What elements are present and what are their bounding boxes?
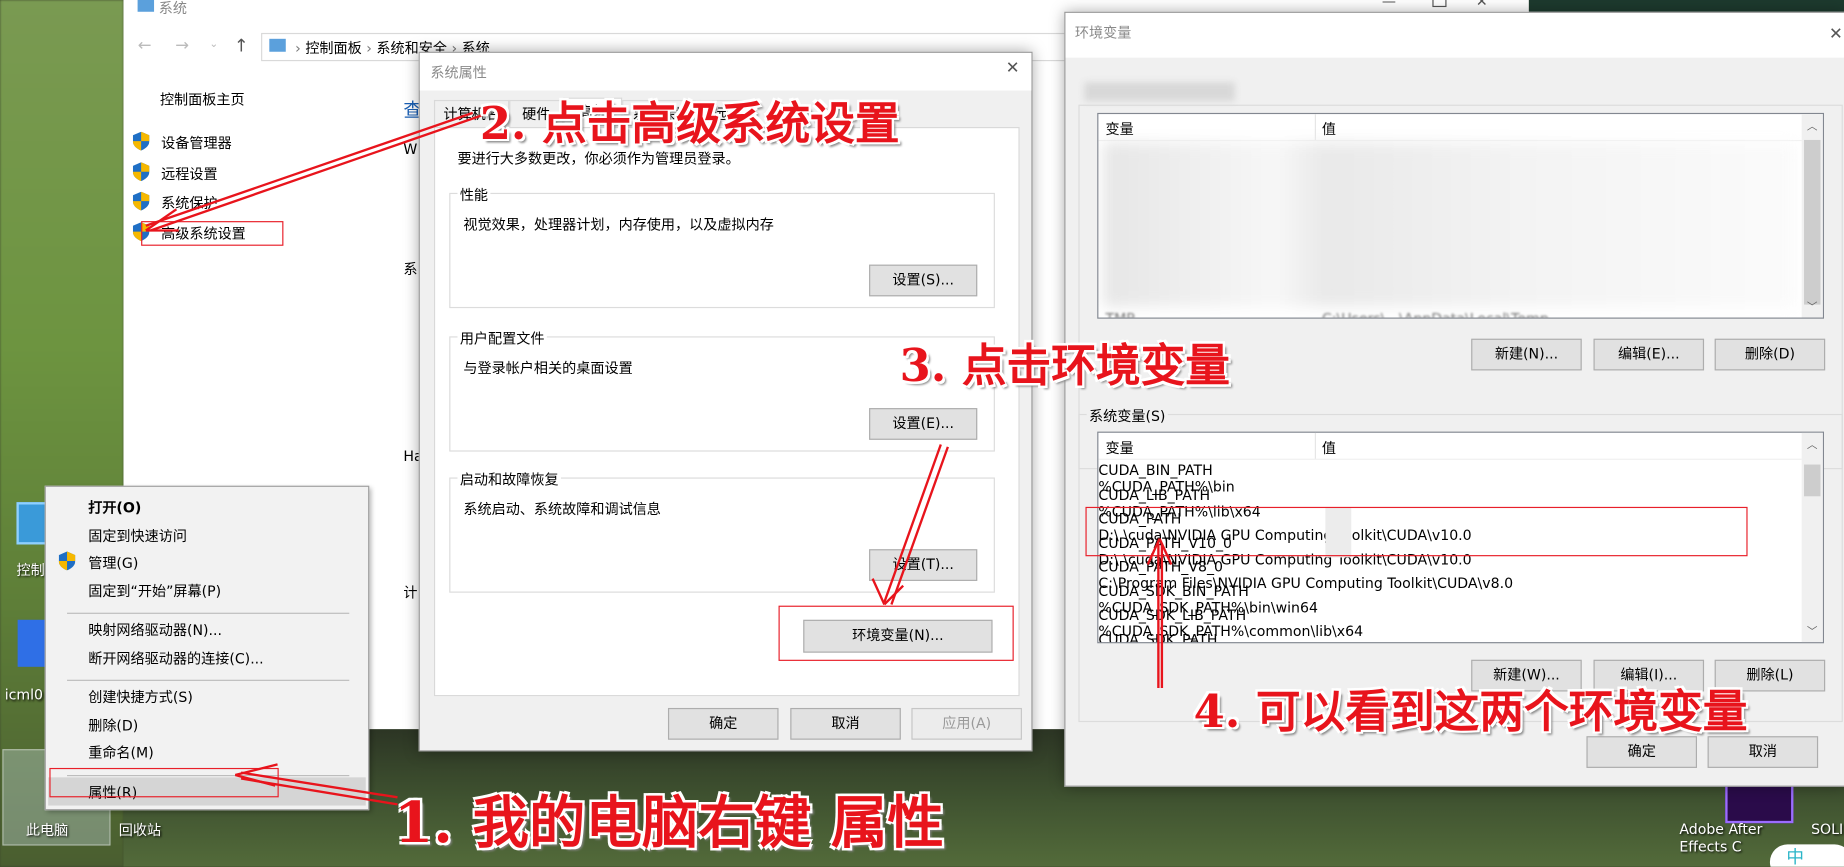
arrow-step-1: [240, 771, 398, 806]
annotation-step-3: 3. 点击环境变量: [899, 338, 1231, 392]
annotation-step-4: 4. 可以看到这两个环境变量: [1193, 684, 1748, 738]
annotation-step-1: 1. 我的电脑右键 属性: [393, 790, 944, 857]
arrow-step-3: [883, 444, 949, 605]
annotation-step-2: 2. 点击高级系统设置: [479, 96, 900, 150]
arrow-step-2: [145, 111, 483, 232]
arrow-step-4: [1157, 543, 1164, 688]
screen: 控制 icml0 此电脑 回收站 Adobe After Effects C S…: [0, 0, 1844, 867]
